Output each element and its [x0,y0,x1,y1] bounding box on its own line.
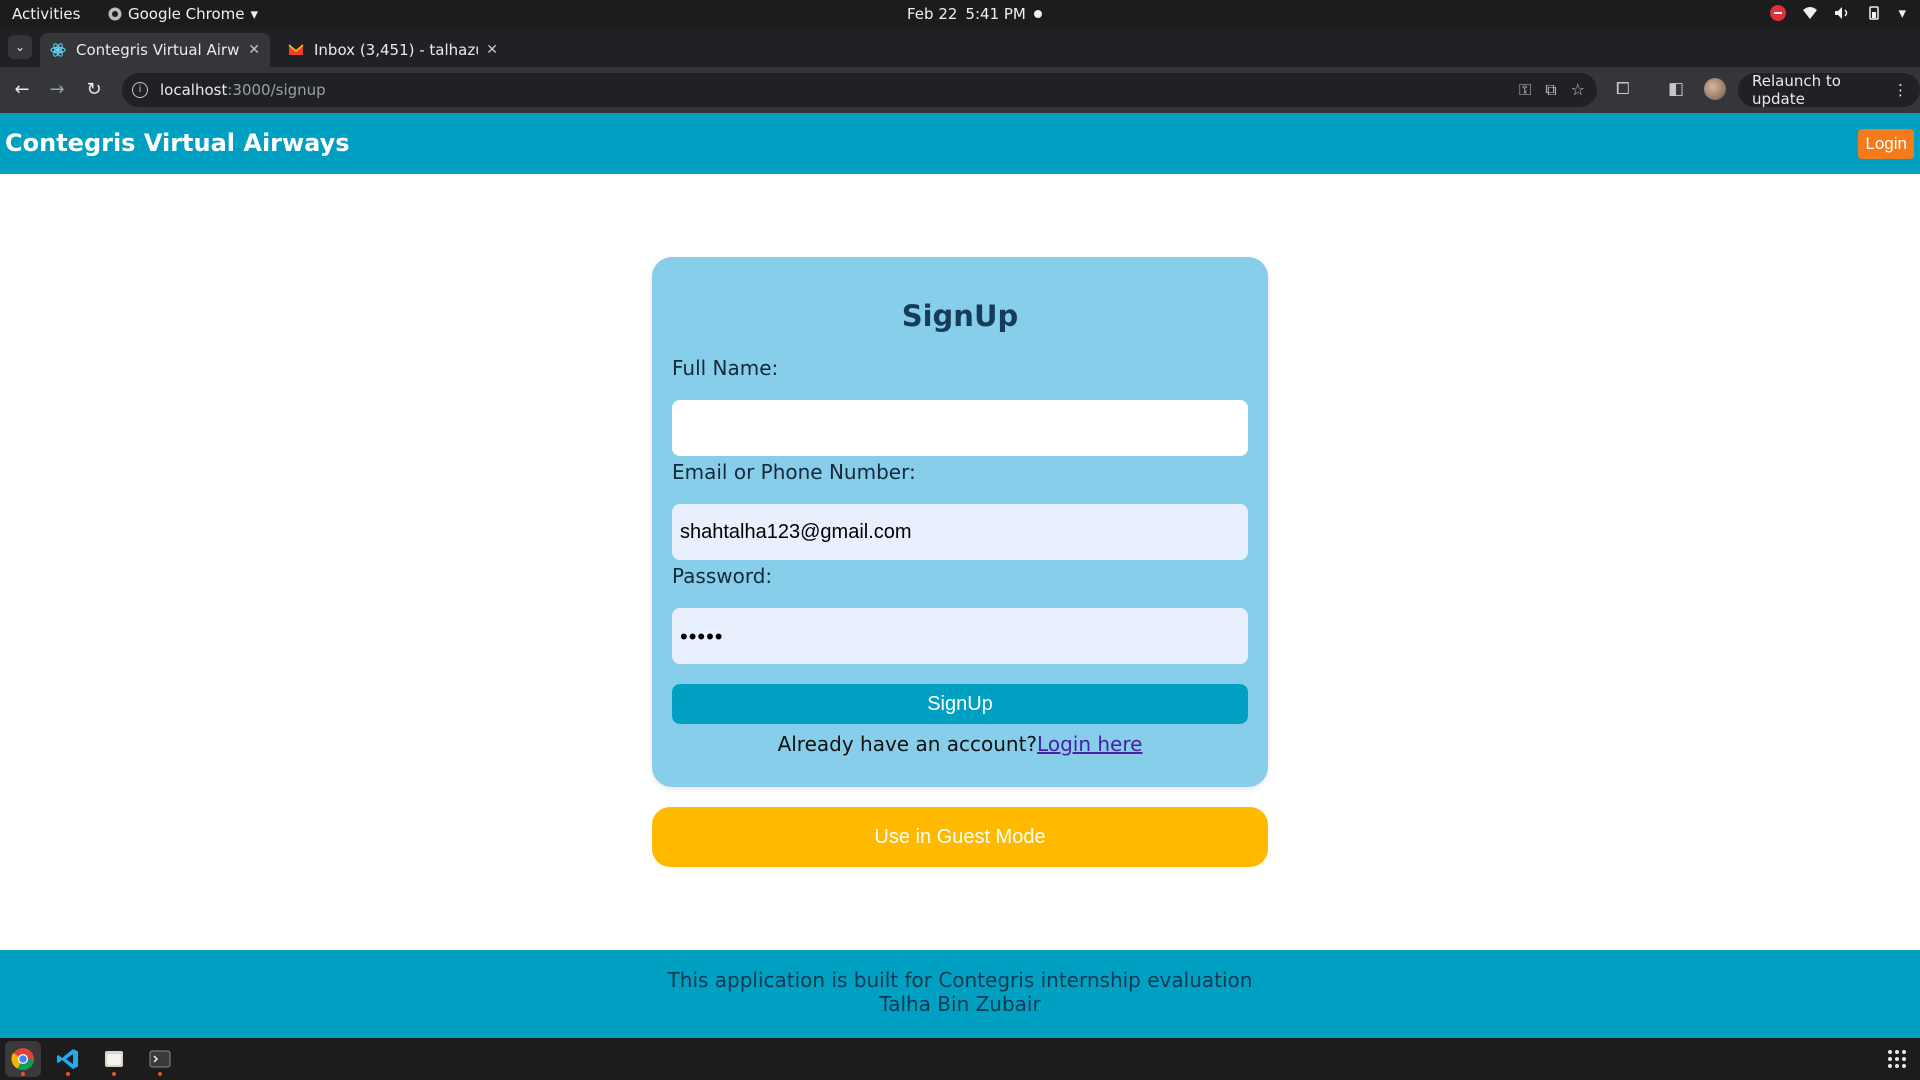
side-panel-icon[interactable]: ◧ [1668,79,1684,99]
time-label: 5:41 PM [965,5,1026,23]
login-here-link[interactable]: Login here [1037,732,1142,756]
close-tab-icon[interactable]: ✕ [486,42,498,58]
terminal-icon [149,1050,171,1068]
date-label: Feb 22 [907,5,958,23]
omnibox-actions: ⚿ ⧉ ☆ [1519,80,1585,100]
tab-title: Inbox (3,451) - talhazubair [314,41,478,59]
site-info-icon[interactable]: i [132,82,148,98]
dock-chrome[interactable] [5,1041,41,1077]
running-indicator [21,1072,25,1076]
app-menu-label: Google Chrome [128,5,245,23]
vscode-icon [57,1049,78,1069]
bookmark-star-icon[interactable]: ☆ [1571,80,1585,100]
footer-line-2: Talha Bin Zubair [879,992,1041,1016]
signup-title: SignUp [901,299,1019,333]
running-indicator [112,1072,116,1076]
full-name-input[interactable] [672,400,1248,456]
relaunch-label: Relaunch to update [1752,72,1841,108]
email-input[interactable] [672,504,1248,560]
tab-strip: ⌄ Contegris Virtual Airways ✕ Inbox (3,4… [0,27,1920,86]
system-tray[interactable]: ▾ [1770,4,1906,22]
install-app-icon[interactable]: ⧉ [1545,80,1556,100]
address-bar[interactable]: i localhost:3000/signup ⚿ ⧉ ☆ [122,73,1597,107]
dock-vscode[interactable] [50,1041,86,1077]
volume-icon [1835,7,1848,19]
already-account-text: Already have an account? [777,732,1038,756]
dock-terminal[interactable] [142,1041,178,1077]
page-content: Contegris Virtual Airways Login SignUp F… [0,113,1920,1038]
guest-mode-button[interactable]: Use in Guest Mode [652,807,1268,867]
dock [0,1038,1920,1080]
signup-card: SignUp Full Name: Email or Phone Number:… [652,257,1268,787]
chrome-icon [108,7,122,21]
wifi-icon [1803,7,1818,19]
tab-gmail-inbox[interactable]: Inbox (3,451) - talhazubair ✕ [278,33,508,67]
signup-submit-button[interactable]: SignUp [672,684,1248,724]
tab-search-button[interactable]: ⌄ [8,35,32,59]
gmail-icon [288,44,304,55]
tab-contegris[interactable]: Contegris Virtual Airways ✕ [40,33,270,67]
password-input[interactable] [672,608,1248,664]
files-icon [105,1051,123,1067]
login-prompt: Already have an account?Login here [652,732,1268,756]
url-path: :3000/signup [227,81,326,99]
system-top-bar: Activities Google Chrome ▾ Feb 22 5:41 P… [0,0,1920,27]
app-menu[interactable]: Google Chrome ▾ [108,5,258,23]
dock-files[interactable] [96,1041,132,1077]
back-arrow-icon[interactable]: ← [11,79,33,100]
running-indicator [66,1072,70,1076]
email-label: Email or Phone Number: [672,460,916,484]
password-key-icon[interactable]: ⚿ [1519,80,1531,100]
caret-down-icon: ▾ [1898,4,1906,22]
activities-button[interactable]: Activities [12,5,80,23]
kebab-menu-icon: ⋮ [1893,81,1908,99]
browser-toolbar: ← → ↻ i localhost:3000/signup ⚿ ⧉ ☆ ⧠ ◧ … [0,67,1920,113]
footer-line-1: This application is built for Contegris … [667,968,1253,992]
do-not-disturb-icon [1770,5,1787,21]
page-footer: This application is built for Contegris … [0,950,1920,1038]
chevron-down-icon: ⌄ [14,40,26,54]
password-label: Password: [672,564,773,588]
reload-icon[interactable]: ↻ [83,79,105,100]
react-favicon-icon [50,43,66,57]
chrome-icon [11,1048,34,1070]
show-apps-grid-icon[interactable] [1888,1050,1906,1068]
notification-dot-icon [1033,10,1042,18]
app-header: Contegris Virtual Airways Login [0,113,1920,174]
brand-title[interactable]: Contegris Virtual Airways [5,129,350,157]
profile-avatar[interactable] [1704,78,1726,100]
caret-down-icon: ▾ [250,5,259,23]
url-host: localhost [160,81,228,99]
running-indicator [158,1072,162,1076]
extensions-puzzle-icon[interactable]: ⧠ [1616,79,1630,99]
full-name-label: Full Name: [672,356,779,380]
header-login-button[interactable]: Login [1858,129,1914,159]
relaunch-button[interactable]: Relaunch to update ⋮ [1738,72,1920,108]
close-tab-icon[interactable]: ✕ [248,42,260,58]
url-text: localhost:3000/signup [160,81,326,99]
clock[interactable]: Feb 22 5:41 PM [907,5,1042,23]
tab-title: Contegris Virtual Airways [76,41,240,59]
battery-icon [1869,6,1880,20]
forward-arrow-icon[interactable]: → [46,79,68,100]
